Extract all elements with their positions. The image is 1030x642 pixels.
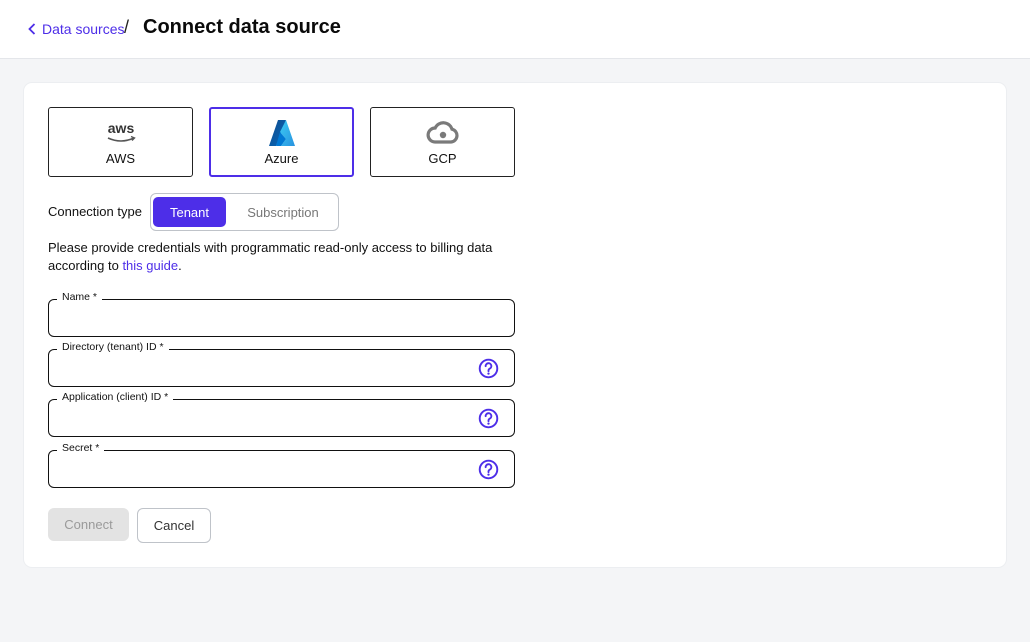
provider-azure-button[interactable]: Azure (209, 107, 354, 177)
name-field-label: Name * (57, 291, 103, 303)
connection-type-label: Connection type (48, 204, 142, 219)
breadcrumb-label: Data sources (42, 21, 125, 37)
secret-field-label: Secret * (57, 442, 105, 454)
gcp-cloud-icon (426, 119, 460, 147)
connection-type-toggle: Tenant Subscription (150, 193, 339, 231)
breadcrumb-separator: / (124, 17, 130, 37)
help-icon[interactable] (478, 459, 499, 480)
instructions-text: Please provide credentials with programm… (48, 240, 493, 273)
subscription-option[interactable]: Subscription (231, 197, 335, 227)
top-bar: Data sources / Connect data source (0, 0, 1030, 59)
connect-button[interactable]: Connect (48, 508, 129, 541)
secret-input[interactable] (59, 459, 469, 479)
help-icon[interactable] (478, 358, 499, 379)
name-field: Name * (48, 291, 515, 337)
breadcrumb-back-link[interactable]: Data sources (28, 20, 124, 38)
provider-label: AWS (105, 150, 136, 166)
tenant-id-field: Directory (tenant) ID * (48, 341, 515, 387)
name-input[interactable] (59, 308, 469, 328)
tenant-id-input[interactable] (59, 358, 469, 378)
aws-logo-text: aws (107, 121, 134, 136)
client-id-field-label: Application (client) ID * (57, 391, 174, 403)
provider-aws-button[interactable]: aws AWS (48, 107, 193, 177)
help-icon[interactable] (478, 408, 499, 429)
connect-form-card: aws AWS Azure GCP Connection type Tenant… (24, 83, 1006, 567)
secret-field: Secret * (48, 442, 515, 488)
tenant-id-field-label: Directory (tenant) ID * (57, 341, 169, 353)
instructions-suffix: . (178, 258, 182, 273)
tenant-option[interactable]: Tenant (153, 197, 226, 227)
client-id-field: Application (client) ID * (48, 391, 515, 437)
client-id-input[interactable] (59, 408, 469, 428)
aws-logo-icon: aws (104, 119, 138, 147)
page-title: Connect data source (143, 16, 341, 38)
azure-logo-icon (267, 119, 297, 147)
provider-label: Azure (264, 150, 299, 166)
chevron-left-icon (28, 23, 36, 35)
credentials-instructions: Please provide credentials with programm… (48, 239, 518, 275)
provider-label: GCP (428, 150, 457, 166)
guide-link[interactable]: this guide (122, 258, 178, 273)
cancel-button[interactable]: Cancel (137, 508, 211, 543)
provider-gcp-button[interactable]: GCP (370, 107, 515, 177)
